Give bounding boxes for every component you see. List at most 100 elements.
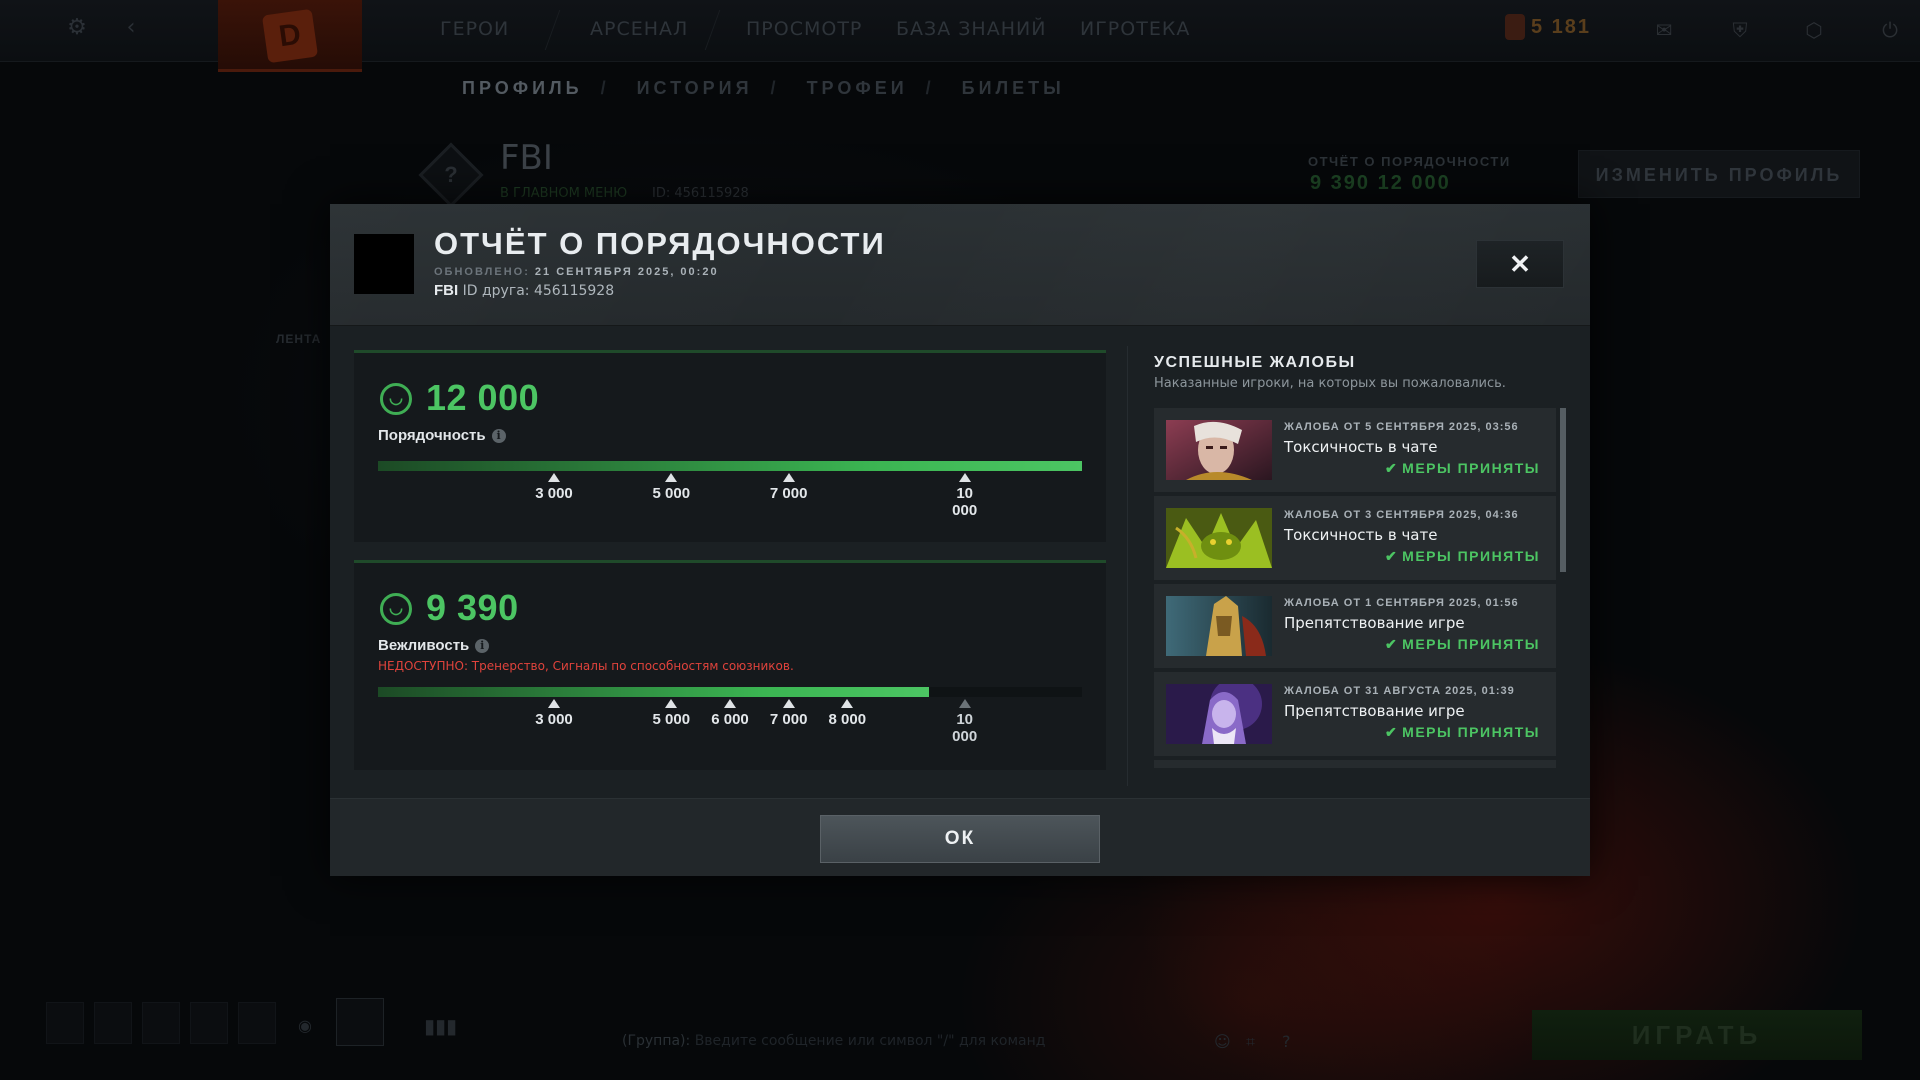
info-icon[interactable]: i [475, 639, 490, 653]
chat-input[interactable]: (Группа): Введите сообщение или символ "… [622, 1033, 1045, 1049]
nav-arcade[interactable]: ИГРОТЕКА [1080, 18, 1190, 40]
report-date: ЖАЛОБА ОТ 5 СЕНТЯБРЯ 2025, 03:56 [1284, 421, 1519, 433]
behavior-score-panel: ◡ 9 390 Вежливость i НЕДОСТУПНО: Тренерст… [354, 560, 1106, 770]
power-icon[interactable]: ⏻ [1876, 16, 1904, 44]
party-slot[interactable] [238, 1002, 276, 1044]
updated-label: ОБНОВЛЕНО: [434, 266, 530, 278]
party-slot[interactable] [94, 1002, 132, 1044]
dota-plus-icon[interactable]: ⬡ [1800, 16, 1828, 44]
report-status: ✔ МЕРЫ ПРИНЯТЫ [1385, 460, 1540, 477]
player-name: FBI [434, 282, 459, 299]
report-item: ЖАЛОБА ОТ 1 СЕНТЯБРЯ 2025, 01:56 Препятс… [1154, 584, 1556, 668]
report-reason: Токсичность в чате [1284, 526, 1438, 544]
report-status-text: МЕРЫ ПРИНЯТЫ [1402, 548, 1540, 564]
nav-knowledge-base[interactable]: БАЗА ЗНАНИЙ [896, 18, 1046, 40]
checkmark-icon: ✔ [1384, 724, 1399, 740]
mail-icon[interactable]: ✉ [1650, 16, 1678, 44]
top-nav-bar: ⚙ ‹ D ГЕРОИ АРСЕНАЛ ПРОСМОТР БАЗА ЗНАНИЙ… [0, 0, 1920, 72]
ok-button[interactable]: ОК [820, 815, 1100, 863]
hero-portrait-invoker [1166, 420, 1272, 480]
report-reason: Токсичность в чате [1284, 438, 1438, 456]
shards-currency[interactable]: 5 181 [1505, 14, 1591, 40]
shield-icon[interactable]: ⛨ [1726, 16, 1754, 44]
reports-title: УСПЕШНЫЕ ЖАЛОБЫ [1154, 354, 1356, 371]
report-status-text: МЕРЫ ПРИНЯТЫ [1402, 724, 1540, 740]
updated-row: ОБНОВЛЕНО: 21 СЕНТЯБРЯ 2025, 00:20 [434, 266, 719, 278]
player-name-row: FBI ID друга: 456115928 [434, 282, 614, 299]
behavior-score-label: Вежливость i [378, 637, 490, 654]
threshold-marker [841, 699, 854, 708]
threshold-label: 8 000 [828, 711, 867, 728]
chat-wheel-icon[interactable]: ⌗ [1246, 1032, 1255, 1052]
party-slot[interactable] [46, 1002, 84, 1044]
nav-heroes[interactable]: ГЕРОИ [440, 18, 509, 40]
behavior-label-text: Вежливость [378, 637, 470, 654]
profile-sub-nav: ПРОФИЛЬ / ИСТОРИЯ / ТРОФЕИ / БИЛЕТЫ [462, 78, 1083, 99]
help-icon[interactable]: ? [1282, 1032, 1291, 1051]
unavailable-features: НЕДОСТУПНО: Тренерство, Сигналы по спосо… [378, 659, 794, 673]
play-button[interactable]: ИГРАТЬ [1532, 1010, 1862, 1060]
behavior-progress-bar [378, 687, 1082, 697]
info-icon[interactable]: i [491, 429, 506, 443]
tab-trophies[interactable]: ТРОФЕИ [807, 78, 908, 98]
checkmark-icon: ✔ [1384, 460, 1399, 476]
profile-status: В ГЛАВНОМ МЕНЮ [500, 186, 628, 201]
shards-value: 5 181 [1531, 15, 1592, 38]
conduct-report-dialog: ОТЧЁТ О ПОРЯДОЧНОСТИ ОБНОВЛЕНО: 21 СЕНТЯ… [330, 204, 1590, 876]
report-status: ✔ МЕРЫ ПРИНЯТЫ [1385, 724, 1540, 741]
nav-watch[interactable]: ПРОСМОТР [746, 18, 862, 40]
hero-portrait-venomancer [1166, 508, 1272, 568]
tab-profile[interactable]: ПРОФИЛЬ [462, 78, 583, 98]
conduct-score-label: Порядочность i [378, 427, 506, 444]
profile-name: FBI [500, 138, 553, 178]
report-reason: Препятствование игре [1284, 614, 1465, 632]
voice-icon[interactable]: ◉ [298, 1016, 312, 1035]
reports-scrollbar[interactable] [1560, 408, 1566, 572]
reports-subtitle: Наказанные игроки, на которых вы пожалов… [1154, 376, 1506, 391]
report-item: ЖАЛОБА ОТ 5 СЕНТЯБРЯ 2025, 03:56 Токсичн… [1154, 408, 1556, 492]
behavior-score-value: 9 390 [426, 587, 519, 628]
reports-list[interactable]: ЖАЛОБА ОТ 5 СЕНТЯБРЯ 2025, 03:56 Токсичн… [1154, 408, 1566, 768]
report-status: ✔ МЕРЫ ПРИНЯТЫ [1385, 548, 1540, 565]
report-item: ЖАЛОБА ОТ 3 СЕНТЯБРЯ 2025, 04:36 Токсичн… [1154, 496, 1556, 580]
threshold-label: 3 000 [535, 485, 573, 502]
threshold-label: 5 000 [652, 485, 691, 502]
chat-channel-label: (Группа): [622, 1033, 691, 1049]
dialog-title: ОТЧЁТ О ПОРЯДОЧНОСТИ [434, 226, 886, 261]
chat-mode-icon[interactable] [336, 998, 384, 1046]
report-status-text: МЕРЫ ПРИНЯТЫ [1402, 460, 1540, 476]
report-item: ЖАЛОБА ОТ 31 АВГУСТА 2025, 01:39 Препятс… [1154, 672, 1556, 756]
threshold-marker [782, 699, 795, 708]
edit-profile-button[interactable]: ИЗМЕНИТЬ ПРОФИЛЬ [1578, 150, 1860, 198]
conduct-progress-bar [378, 461, 1082, 471]
emoji-icon[interactable]: ☺ [1214, 1032, 1231, 1051]
threshold-marker [665, 699, 678, 708]
party-slot[interactable] [142, 1002, 180, 1044]
nav-separator [544, 10, 561, 50]
back-arrow-icon[interactable]: ‹ [118, 15, 144, 41]
conduct-score-panel: ◡ 12 000 Порядочность i 3 000 5 000 7 000 10… [354, 350, 1106, 542]
settings-gear-icon[interactable]: ⚙ [64, 15, 90, 41]
dota-logo-icon: D [261, 8, 319, 64]
party-slot[interactable] [190, 1002, 228, 1044]
hero-portrait-dragon-knight [1166, 596, 1272, 656]
nav-arsenal[interactable]: АРСЕНАЛ [590, 18, 688, 40]
shards-icon [1505, 14, 1525, 40]
close-button[interactable]: ✕ [1476, 240, 1564, 288]
conduct-score-value: 12 000 [426, 377, 540, 418]
threshold-marker [665, 473, 678, 482]
report-reason: Препятствование игре [1284, 702, 1465, 720]
background-report-values[interactable]: 9 390 12 000 [1310, 172, 1451, 195]
threshold-label: 10 000 [952, 485, 978, 519]
party-icon[interactable]: ▮▮▮ [424, 1014, 457, 1038]
threshold-marker [958, 699, 971, 708]
dialog-body: ◡ 12 000 Порядочность i 3 000 5 000 7 000 10… [330, 326, 1590, 798]
dota-logo[interactable]: D [218, 0, 362, 72]
threshold-label: 7 000 [769, 485, 808, 502]
tab-history[interactable]: ИСТОРИЯ [637, 78, 753, 98]
profile-id: ID: 456115928 [652, 186, 749, 201]
conduct-progress-fill [378, 461, 1082, 471]
threshold-label: 10 000 [952, 711, 978, 745]
threshold-marker [724, 699, 736, 708]
tab-tickets[interactable]: БИЛЕТЫ [962, 78, 1065, 98]
